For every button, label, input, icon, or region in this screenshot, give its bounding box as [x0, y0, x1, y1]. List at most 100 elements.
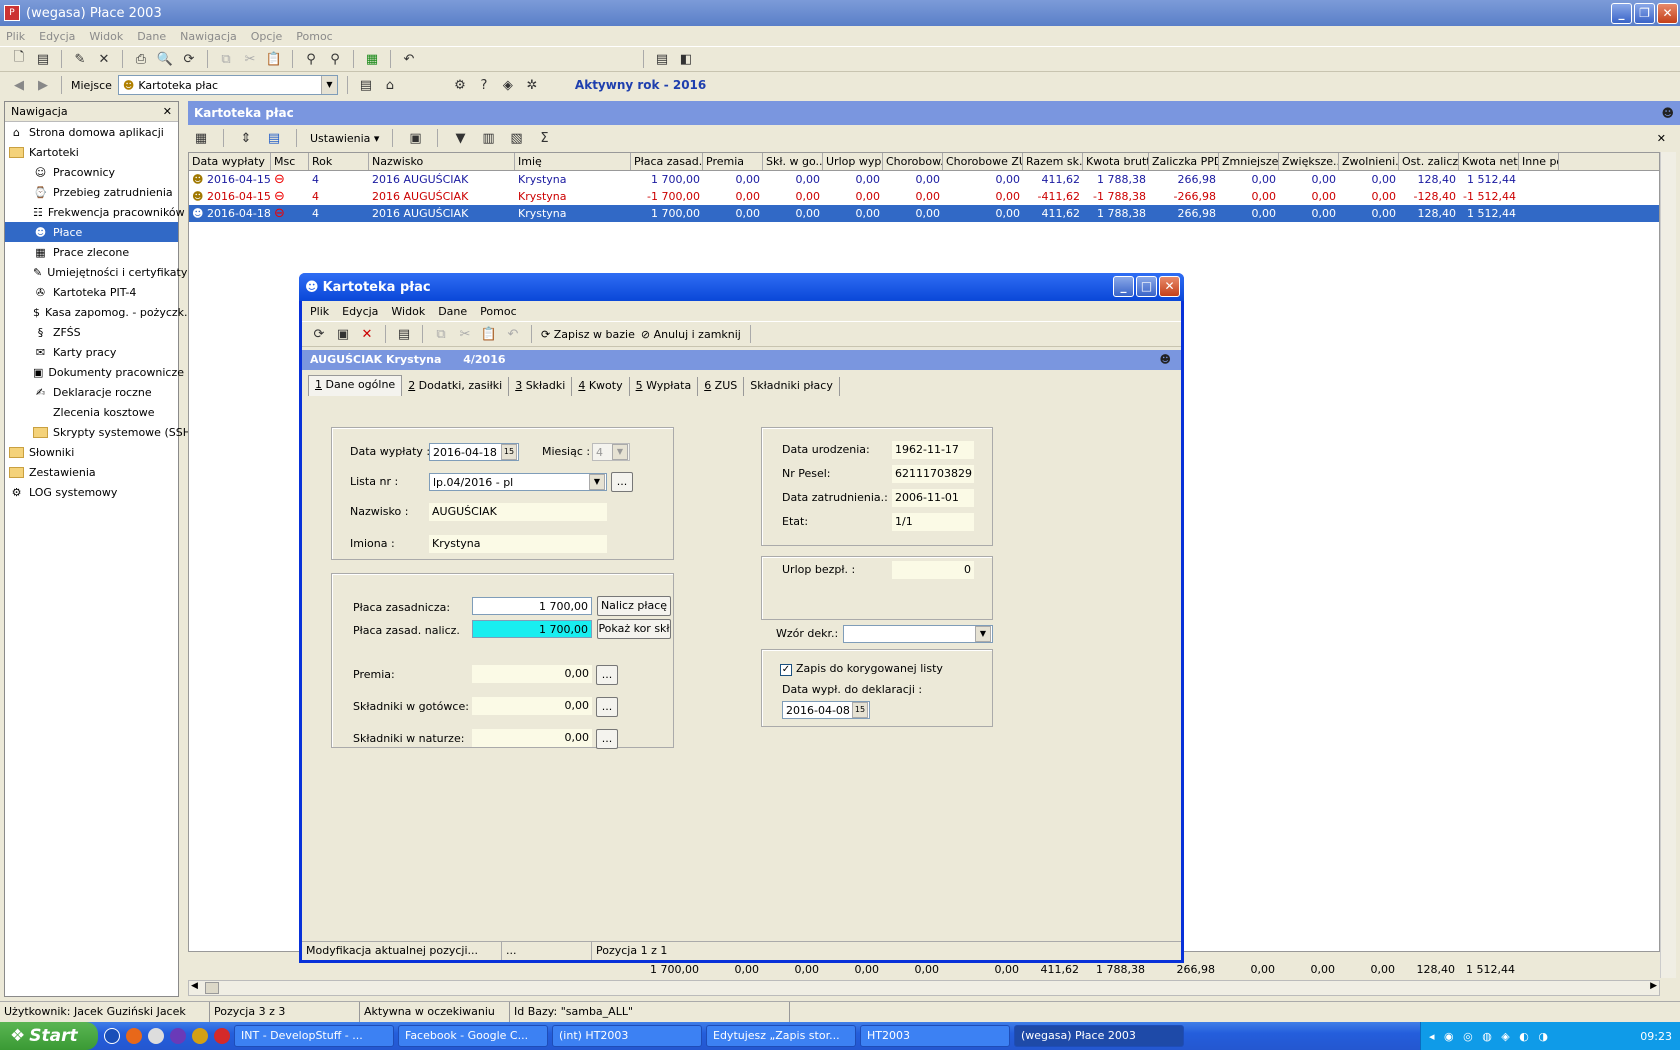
column-header[interactable]: Ost. zalicz...: [1399, 153, 1459, 170]
app-icon[interactable]: [170, 1028, 186, 1044]
tab-1[interactable]: 1 Dane ogólne: [308, 375, 403, 396]
chrome-icon[interactable]: [148, 1028, 164, 1044]
taskbar-task[interactable]: INT - DevelopStuff - ...: [234, 1025, 394, 1047]
nav-item[interactable]: ▦ Prace zlecone: [5, 242, 178, 262]
nav-item[interactable]: ☻ Płace: [5, 222, 178, 242]
find-icon[interactable]: ⚲: [302, 50, 320, 68]
menu-plik[interactable]: Plik: [6, 30, 25, 43]
column-header[interactable]: Skł. w go...: [763, 153, 823, 170]
tab-3[interactable]: 3 Składki: [509, 377, 573, 396]
undo-icon[interactable]: ↶: [504, 325, 522, 343]
column-header[interactable]: Kwota netto: [1459, 153, 1519, 170]
chrome-icon[interactable]: [214, 1028, 230, 1044]
nav-item[interactable]: ⌚ Przebieg zatrudnienia: [5, 182, 178, 202]
nav-item[interactable]: Kartoteki: [5, 142, 178, 162]
bonus-browse-button[interactable]: ...: [596, 665, 618, 685]
refresh-icon[interactable]: ⟳: [180, 50, 198, 68]
paste-icon[interactable]: 📋: [265, 50, 283, 68]
column-header[interactable]: Płaca zasad.: [631, 153, 703, 170]
dialog-menu-pomoc[interactable]: Pomoc: [480, 305, 516, 318]
taskbar-task[interactable]: Facebook - Google C...: [398, 1025, 548, 1047]
tab-2[interactable]: 2 Dodatki, zasiłki: [402, 377, 510, 396]
menu-dane[interactable]: Dane: [137, 30, 166, 43]
menu-opcje[interactable]: Opcje: [251, 30, 283, 43]
calendar-icon[interactable]: 15: [501, 444, 517, 460]
column-header[interactable]: Zwiększe...: [1279, 153, 1339, 170]
taskbar-task[interactable]: Edytujesz „Zapis stor...: [706, 1025, 856, 1047]
column-header[interactable]: Data wypłaty: [189, 153, 271, 170]
properties-icon[interactable]: ▤: [395, 325, 413, 343]
nav-item[interactable]: ▣ Dokumenty pracownicze: [5, 362, 184, 382]
cancel-close-button[interactable]: ⊘ Anuluj i zamknij: [641, 328, 741, 341]
home-icon[interactable]: ⌂: [381, 76, 399, 94]
column-header[interactable]: Zwolnieni...: [1339, 153, 1399, 170]
close-button[interactable]: ✕: [1657, 3, 1678, 24]
nav-item[interactable]: ⌂ Strona domowa aplikacji: [5, 122, 178, 142]
nav-item[interactable]: ☺ Pracownicy: [5, 162, 178, 182]
dialog-menu-widok[interactable]: Widok: [391, 305, 425, 318]
undo-icon[interactable]: ↶: [400, 50, 418, 68]
column-header[interactable]: Urlop wyp...: [823, 153, 883, 170]
copy-icon[interactable]: ⧉: [432, 325, 450, 343]
cash-browse-button[interactable]: ...: [596, 697, 618, 717]
horizontal-scrollbar[interactable]: ◀ ▶: [188, 980, 1660, 996]
nav-item[interactable]: Zlecenia kosztowe: [5, 402, 178, 422]
grid-view-icon[interactable]: ▤: [265, 129, 283, 147]
chevron-down-icon[interactable]: ▼: [612, 444, 628, 460]
close-icon[interactable]: ✕: [1657, 132, 1666, 145]
column-header[interactable]: Premia: [703, 153, 763, 170]
taskbar-task[interactable]: (int) HT2003: [552, 1025, 702, 1047]
column-header[interactable]: Rok: [309, 153, 369, 170]
paste-icon[interactable]: 📋: [480, 325, 498, 343]
dialog-menu-edycja[interactable]: Edycja: [342, 305, 378, 318]
base-salary-field[interactable]: 1 700,00: [472, 597, 592, 615]
list-select[interactable]: lp.04/2016 - pl ▼: [429, 473, 607, 491]
column-header[interactable]: Kwota brutto: [1083, 153, 1149, 170]
dialog-maximize-button[interactable]: □: [1136, 276, 1157, 297]
taskbar-task[interactable]: (wegasa) Płace 2003: [1014, 1025, 1184, 1047]
tab-5[interactable]: 5 Wypłata: [630, 377, 699, 396]
help-icon[interactable]: ?: [475, 76, 493, 94]
print-icon[interactable]: ⎙: [132, 50, 150, 68]
menu-edycja[interactable]: Edycja: [39, 30, 75, 43]
chevron-down-icon[interactable]: ▼: [589, 474, 605, 490]
dialog-close-button[interactable]: ✕: [1159, 276, 1180, 297]
back-icon[interactable]: ◀: [10, 76, 28, 94]
copy-icon[interactable]: ⧉: [217, 50, 235, 68]
show-corrections-button[interactable]: Pokaż kor skł: [597, 619, 671, 639]
layers-icon[interactable]: ◈: [499, 76, 517, 94]
settings-icon[interactable]: ✲: [523, 76, 541, 94]
save-to-db-button[interactable]: ⟳ Zapisz w bazie: [541, 328, 635, 341]
close-icon[interactable]: ✕: [163, 102, 172, 122]
start-button[interactable]: ❖ Start: [0, 1022, 98, 1050]
print-preview-icon[interactable]: 🔍: [156, 50, 174, 68]
correction-checkbox[interactable]: ✓ Zapis do korygowanej listy: [780, 662, 943, 676]
chevron-down-icon[interactable]: ▼: [320, 76, 337, 94]
document-list-icon[interactable]: ▤: [653, 50, 671, 68]
table-row[interactable]: ☻ 2016-04-15 ⊖ 4 2016 AUGUŚCIAK Krystyna -1 7…: [189, 188, 1659, 205]
nav-item[interactable]: ✎ Umiejętności i certyfikaty: [5, 262, 187, 282]
properties-icon[interactable]: ▣: [406, 129, 424, 147]
menu-pomoc[interactable]: Pomoc: [296, 30, 332, 43]
nav-item[interactable]: Słowniki: [5, 442, 178, 462]
dialog-menu-dane[interactable]: Dane: [438, 305, 467, 318]
nav-item[interactable]: Zestawienia: [5, 462, 178, 482]
nav-item[interactable]: ☷ Frekwencja pracowników: [5, 202, 185, 222]
export-excel-icon[interactable]: ▦: [363, 50, 381, 68]
column-header[interactable]: Imię: [515, 153, 631, 170]
column-header[interactable]: Razem sk...: [1023, 153, 1083, 170]
list-browse-button[interactable]: ...: [611, 472, 633, 492]
dialog-menu-plik[interactable]: Plik: [310, 305, 329, 318]
nav-item[interactable]: Skrypty systemowe (SSH): [5, 422, 195, 442]
refresh-icon[interactable]: ⟳: [310, 325, 328, 343]
template-select[interactable]: ▼: [843, 625, 993, 643]
column-header[interactable]: Msc: [271, 153, 309, 170]
tab-4[interactable]: 4 Kwoty: [572, 377, 630, 396]
find-next-icon[interactable]: ⚲: [326, 50, 344, 68]
tab-7[interactable]: Składniki płacy: [744, 377, 840, 396]
nav-item[interactable]: ✇ Kartoteka PIT-4: [5, 282, 178, 302]
cut-icon[interactable]: ✂: [241, 50, 259, 68]
delete-icon[interactable]: ✕: [358, 325, 376, 343]
declaration-date-field[interactable]: 2016-04-08 15: [782, 701, 870, 719]
restore-button[interactable]: ❐: [1634, 3, 1655, 24]
